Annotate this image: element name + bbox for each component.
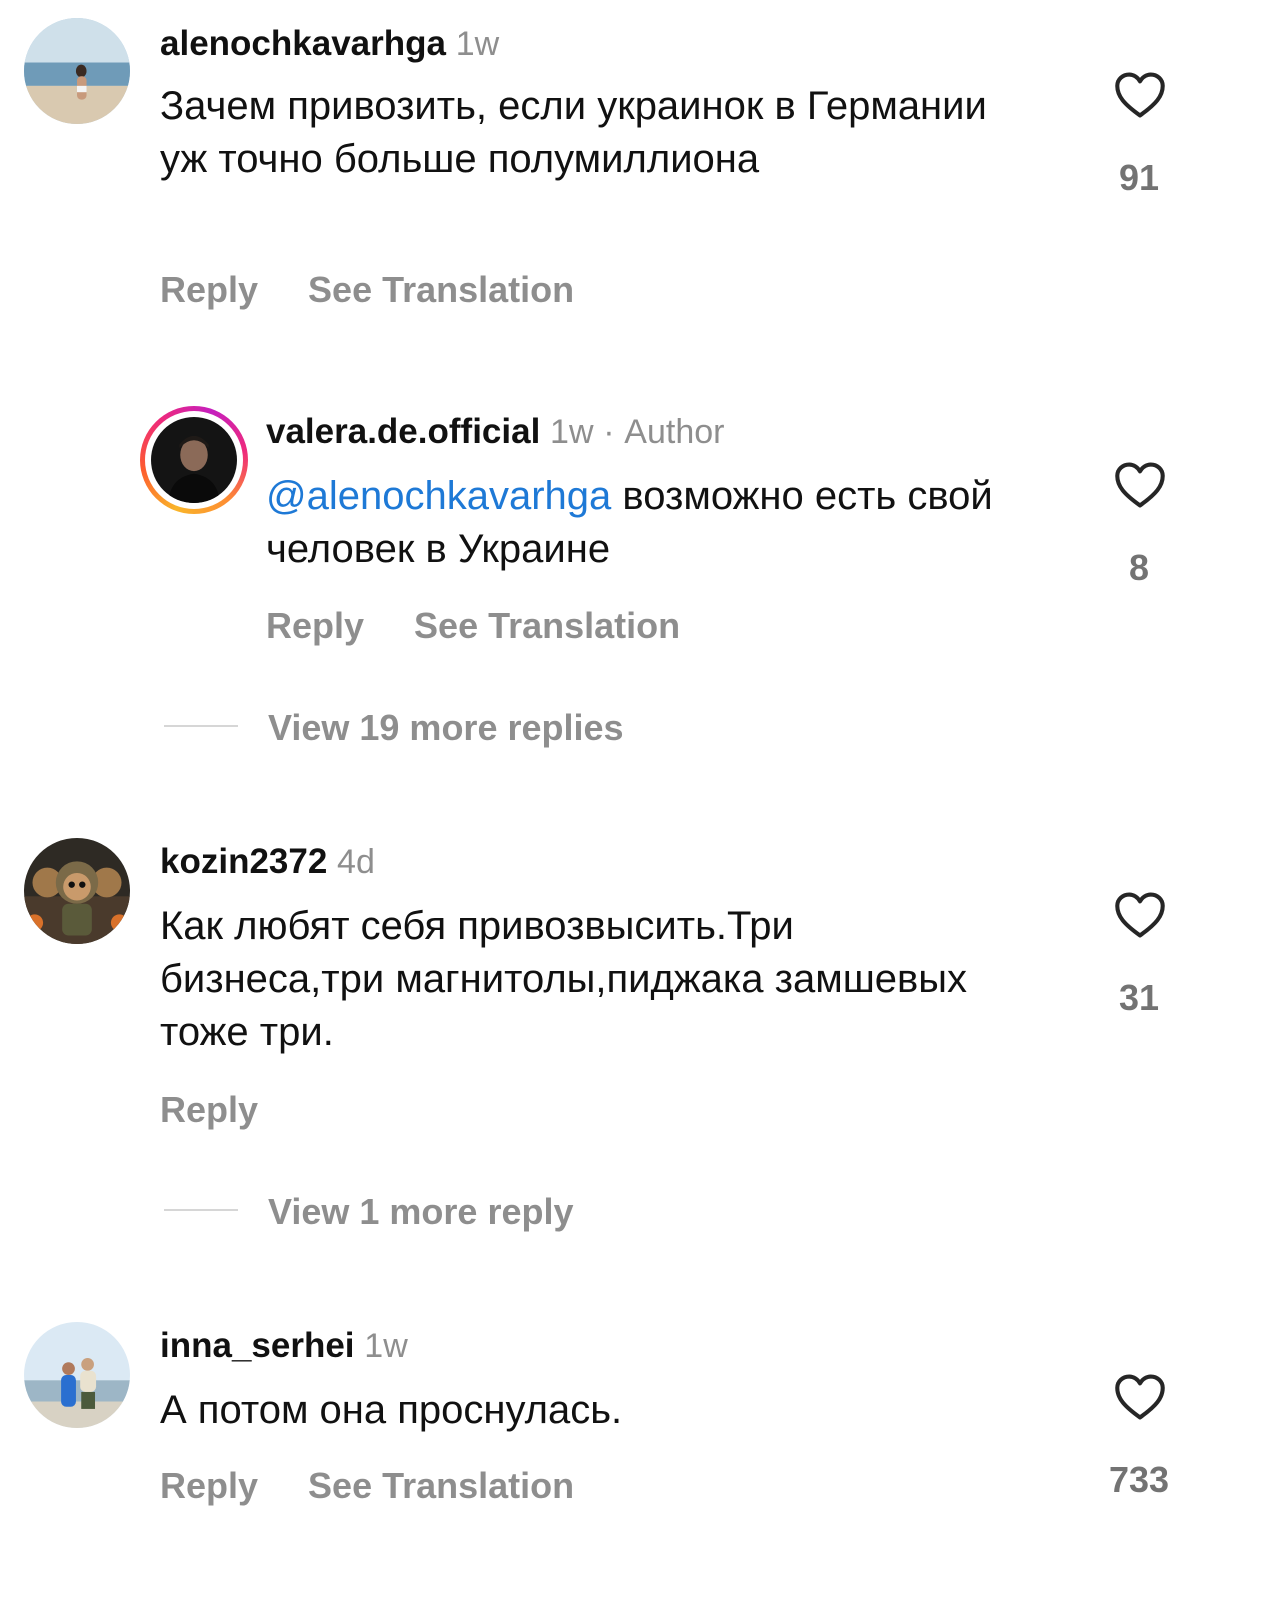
heart-outline-icon[interactable] <box>1112 1372 1168 1422</box>
reply-actions: Reply See Translation <box>266 606 680 646</box>
comment-actions: Reply See Translation <box>160 1466 574 1506</box>
see-translation-button[interactable]: See Translation <box>308 269 574 310</box>
username[interactable]: alenochkavarhga <box>160 24 446 63</box>
comment-text: Как любят себя привозвысить.Три бизнеса,… <box>160 904 968 1054</box>
avatar[interactable] <box>24 838 130 944</box>
comment-text: Зачем привозить, если украинок в Германи… <box>160 84 987 181</box>
see-translation-button[interactable]: See Translation <box>414 605 680 646</box>
timestamp: 1w <box>364 1327 408 1365</box>
timestamp: 4d <box>337 843 375 881</box>
heart-outline-icon[interactable] <box>1112 460 1168 510</box>
like-button[interactable] <box>1112 890 1168 945</box>
comment-actions: Reply See Translation <box>160 270 574 310</box>
avatar[interactable] <box>24 18 130 124</box>
like-count: 733 <box>1108 1459 1170 1500</box>
like-count: 91 <box>1118 157 1160 198</box>
username[interactable]: inna_serhei <box>160 1326 355 1365</box>
divider-line <box>164 1209 238 1212</box>
reply-button[interactable]: Reply <box>266 605 364 646</box>
like-count: 8 <box>1128 547 1150 588</box>
heart-outline-icon[interactable] <box>1112 70 1168 120</box>
divider-line <box>164 725 238 728</box>
author-badge: Author <box>624 413 725 451</box>
like-count: 31 <box>1118 977 1160 1018</box>
username[interactable]: kozin2372 <box>160 842 327 881</box>
comment-header: kozin2372 4d <box>160 842 375 882</box>
view-more-replies[interactable]: View 19 more replies <box>164 708 624 748</box>
reply-button[interactable]: Reply <box>160 1465 258 1506</box>
like-button[interactable] <box>1112 1372 1168 1427</box>
timestamp: 1w <box>455 25 500 63</box>
see-translation-button[interactable]: See Translation <box>308 1465 574 1506</box>
avatar[interactable] <box>24 1322 130 1428</box>
comment-text: А потом она проснулась. <box>160 1388 623 1432</box>
timestamp: 1w <box>550 413 594 451</box>
reply-button[interactable]: Reply <box>160 269 258 310</box>
view-more-label[interactable]: View 19 more replies <box>268 707 624 748</box>
reply-text: @alenochkavarhga возможно есть свой чело… <box>266 470 1056 576</box>
separator: · <box>603 413 615 451</box>
comment-header: alenochkavarhga 1w <box>160 24 499 64</box>
comment-actions: Reply <box>160 1090 258 1130</box>
mention-link[interactable]: @alenochkavarhga <box>266 474 611 518</box>
view-more-label[interactable]: View 1 more reply <box>268 1191 574 1232</box>
like-button[interactable] <box>1112 70 1168 125</box>
view-more-replies[interactable]: View 1 more reply <box>164 1192 574 1232</box>
reply-header: valera.de.official 1w · Author <box>266 412 724 452</box>
comment-header: inna_serhei 1w <box>160 1326 408 1366</box>
heart-outline-icon[interactable] <box>1112 890 1168 940</box>
reply-button[interactable]: Reply <box>160 1089 258 1130</box>
like-button[interactable] <box>1112 460 1168 515</box>
username[interactable]: valera.de.official <box>266 412 540 451</box>
story-ring-avatar[interactable] <box>140 406 248 514</box>
